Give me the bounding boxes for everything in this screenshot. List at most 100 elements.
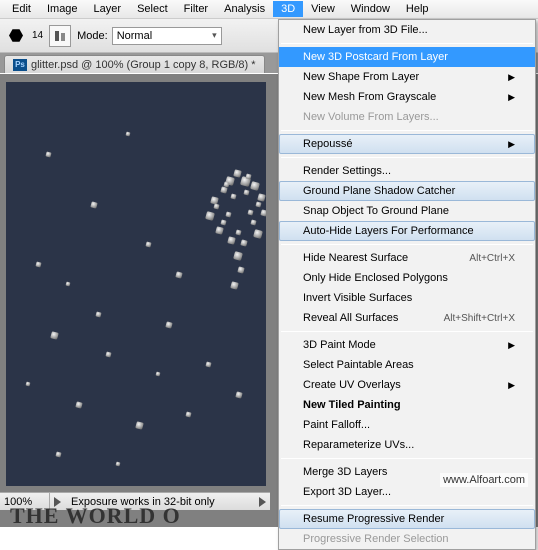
menu-item-label: New Mesh From Grayscale: [303, 91, 436, 103]
glitter-particle: [260, 209, 266, 216]
glitter-particle: [237, 266, 244, 273]
menu-item[interactable]: Hide Nearest SurfaceAlt+Ctrl+X: [279, 248, 535, 268]
document-tab-label: glitter.psd @ 100% (Group 1 copy 8, RGB/…: [31, 59, 256, 71]
glitter-particle: [205, 211, 215, 221]
glitter-particle: [205, 361, 211, 367]
submenu-arrow-icon: ▶: [508, 380, 515, 391]
menubar-item-window[interactable]: Window: [343, 1, 398, 17]
menu-item: New Volume From Layers...: [279, 107, 535, 127]
glitter-particle: [26, 382, 31, 387]
menu-item[interactable]: Reparameterize UVs...: [279, 435, 535, 455]
glitter-particle: [55, 451, 61, 457]
menu-item[interactable]: New Mesh From Grayscale ▶: [279, 87, 535, 107]
menu-item-label: Reparameterize UVs...: [303, 439, 414, 451]
application-menubar: EditImageLayerSelectFilterAnalysis3DView…: [0, 0, 538, 19]
menubar-item-analysis[interactable]: Analysis: [216, 1, 273, 17]
glitter-particle: [116, 462, 121, 467]
glitter-particle: [35, 261, 41, 267]
menu-item[interactable]: New Shape From Layer ▶: [279, 67, 535, 87]
glitter-particle: [220, 219, 226, 225]
menu-item-label: Paint Falloff...: [303, 419, 370, 431]
menu-item[interactable]: Ground Plane Shadow Catcher: [279, 181, 535, 201]
menu-item-label: Select Paintable Areas: [303, 359, 414, 371]
blend-mode-value: Normal: [117, 30, 152, 42]
menu-shortcut: Alt+Shift+Ctrl+X: [444, 313, 515, 324]
menu-separator: [281, 458, 533, 459]
glitter-particle: [105, 351, 111, 357]
menu-item-label: New Layer from 3D File...: [303, 24, 428, 36]
menu-item[interactable]: New Layer from 3D File...: [279, 20, 535, 40]
menu-separator: [281, 43, 533, 44]
menubar-item-3d[interactable]: 3D: [273, 1, 303, 17]
glitter-particle: [185, 411, 191, 417]
blend-mode-dropdown[interactable]: Normal ▾: [112, 27, 222, 45]
glitter-particle: [223, 181, 229, 187]
glitter-particle: [255, 201, 261, 207]
menubar-item-edit[interactable]: Edit: [4, 1, 39, 17]
menu-item-label: Snap Object To Ground Plane: [303, 205, 449, 217]
glitter-particle: [50, 331, 59, 340]
menu-item[interactable]: Repoussé▶: [279, 134, 535, 154]
menu-item[interactable]: Select Paintable Areas: [279, 355, 535, 375]
glitter-particle: [165, 321, 172, 328]
menubar-item-layer[interactable]: Layer: [86, 1, 130, 17]
menu-item-label: Invert Visible Surfaces: [303, 292, 412, 304]
submenu-arrow-icon: ▶: [508, 92, 515, 103]
glitter-particle: [230, 281, 239, 290]
menubar-item-image[interactable]: Image: [39, 1, 86, 17]
glitter-particle: [45, 151, 51, 157]
chevron-down-icon: ▾: [212, 30, 217, 41]
glitter-particle: [90, 201, 97, 208]
menu-item-label: Render Settings...: [303, 165, 391, 177]
menu-item-label: New Shape From Layer: [303, 71, 419, 83]
glitter-particle: [66, 282, 71, 287]
menu-item[interactable]: 3D Paint Mode▶: [279, 335, 535, 355]
menu-item-label: Progressive Render Selection: [303, 533, 449, 545]
glitter-particle: [175, 271, 182, 278]
menu-item[interactable]: Paint Falloff...: [279, 415, 535, 435]
menubar-item-help[interactable]: Help: [398, 1, 437, 17]
glitter-particle: [230, 193, 236, 199]
brush-preset-icon[interactable]: [6, 26, 26, 46]
menubar-item-view[interactable]: View: [303, 1, 343, 17]
menu-item[interactable]: Auto-Hide Layers For Performance: [279, 221, 535, 241]
brush-panel-toggle[interactable]: [49, 25, 71, 47]
menu-item-label: Repoussé: [303, 138, 353, 150]
3d-menu-dropdown: New Layer from 3D File... New 3D Postcard…: [278, 19, 536, 550]
glitter-particle: [250, 181, 260, 191]
menu-item[interactable]: Create UV Overlays▶: [279, 375, 535, 395]
menu-item-label: New Tiled Painting: [303, 399, 401, 411]
menu-item[interactable]: New 3D Postcard From Layer: [279, 47, 535, 67]
menu-item-label: Reveal All Surfaces: [303, 312, 398, 324]
menu-separator: [281, 505, 533, 506]
menu-item[interactable]: Snap Object To Ground Plane: [279, 201, 535, 221]
menu-item[interactable]: Invert Visible Surfaces: [279, 288, 535, 308]
glitter-particle: [220, 186, 227, 193]
glitter-particle: [215, 226, 224, 235]
menu-item[interactable]: Reveal All Surfaces Alt+Shift+Ctrl+X: [279, 308, 535, 328]
menu-item[interactable]: New Tiled Painting: [279, 395, 535, 415]
menu-separator: [281, 331, 533, 332]
menubar-item-select[interactable]: Select: [129, 1, 176, 17]
menu-shortcut: Alt+Ctrl+X: [469, 253, 515, 264]
document-tab[interactable]: Ps glitter.psd @ 100% (Group 1 copy 8, R…: [4, 55, 265, 73]
submenu-arrow-icon: ▶: [508, 340, 515, 351]
document-canvas[interactable]: [6, 82, 266, 486]
menu-separator: [281, 157, 533, 158]
glitter-particle: [227, 236, 236, 245]
menu-item-label: Only Hide Enclosed Polygons: [303, 272, 448, 284]
menubar-item-filter[interactable]: Filter: [176, 1, 216, 17]
glitter-particle: [135, 421, 144, 430]
menu-item-label: Resume Progressive Render: [303, 513, 444, 525]
glitter-particle: [247, 209, 253, 215]
submenu-arrow-icon[interactable]: [259, 497, 266, 507]
menu-item-label: Auto-Hide Layers For Performance: [303, 225, 474, 237]
menu-item: Progressive Render Selection: [279, 529, 535, 549]
menu-item[interactable]: Resume Progressive Render: [279, 509, 535, 529]
submenu-arrow-icon: ▶: [508, 72, 515, 83]
glitter-particle: [240, 239, 247, 246]
menu-item[interactable]: Render Settings...: [279, 161, 535, 181]
watermark-text: www.Alfoart.com: [440, 473, 528, 487]
menu-item-label: Merge 3D Layers: [303, 466, 387, 478]
menu-item[interactable]: Only Hide Enclosed Polygons: [279, 268, 535, 288]
